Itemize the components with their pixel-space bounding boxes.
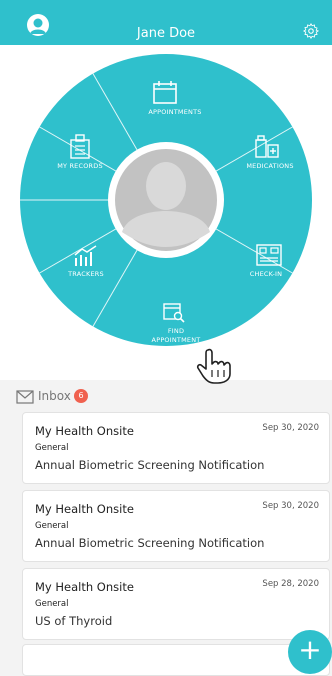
check-in-label[interactable]: CHECK-IN [236, 270, 296, 279]
records-icon[interactable] [67, 134, 93, 160]
find-appointment-label[interactable]: FIND APPOINTMENT [136, 327, 216, 345]
message-category: General [35, 443, 69, 453]
message-sender: My Health Onsite [35, 502, 134, 516]
page-title: Jane Doe [136, 26, 196, 41]
envelope-icon [16, 390, 34, 404]
message-category: General [35, 521, 69, 531]
message-category: General [35, 599, 69, 609]
message-subject: Annual Biometric Screening Notification [35, 536, 265, 550]
inbox-count-badge: 6 [74, 389, 88, 403]
appointments-label[interactable]: APPOINTMENTS [135, 108, 215, 117]
inbox-label[interactable]: Inbox [38, 389, 71, 403]
message-card[interactable]: My Health Onsite Sep 30, 2020 General An… [22, 412, 330, 484]
message-sender: My Health Onsite [35, 424, 134, 438]
message-date: Sep 30, 2020 [262, 501, 319, 511]
calendar-icon[interactable] [151, 80, 179, 106]
medications-label[interactable]: MEDICATIONS [235, 162, 305, 171]
trackers-icon[interactable] [73, 244, 99, 268]
trackers-label[interactable]: TRACKERS [56, 270, 116, 279]
message-card[interactable]: My Health Onsite Sep 28, 2020 General US… [22, 568, 330, 640]
add-button[interactable]: + [288, 630, 332, 674]
find-appointment-icon[interactable] [163, 301, 185, 323]
message-card[interactable] [22, 644, 330, 676]
message-date: Sep 30, 2020 [262, 423, 319, 433]
gear-icon[interactable] [302, 22, 320, 40]
message-subject: Annual Biometric Screening Notification [35, 458, 265, 472]
medication-icon[interactable] [255, 134, 281, 160]
app-header: Jane Doe [0, 0, 332, 45]
hand-cursor-icon [196, 348, 231, 384]
message-card[interactable]: My Health Onsite Sep 30, 2020 General An… [22, 490, 330, 562]
message-date: Sep 28, 2020 [262, 579, 319, 589]
check-in-icon[interactable] [256, 244, 282, 268]
message-sender: My Health Onsite [35, 580, 134, 594]
my-records-label[interactable]: MY RECORDS [45, 162, 115, 171]
message-subject: US of Thyroid [35, 614, 113, 628]
